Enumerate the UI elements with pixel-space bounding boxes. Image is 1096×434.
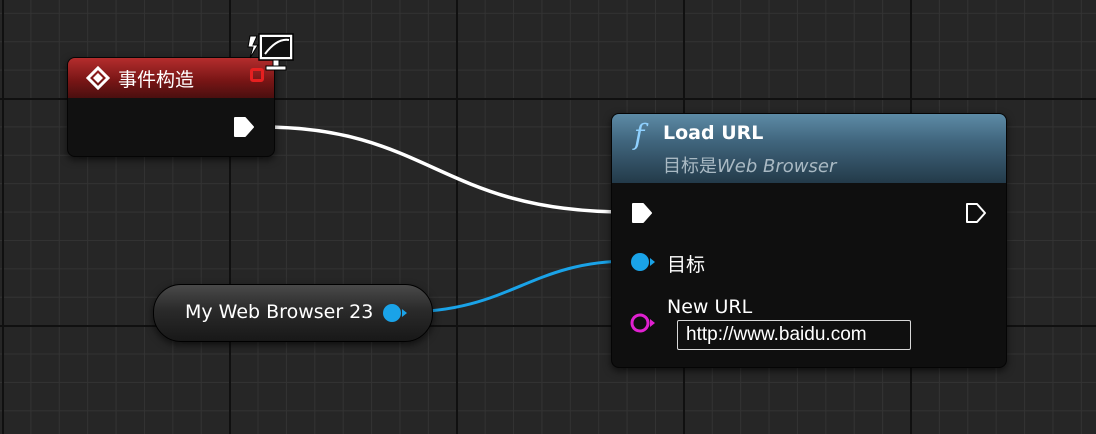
function-subtitle: 目标是Web Browser [663,156,837,177]
event-node-header[interactable]: 事件构造 [68,58,274,98]
function-title: Load URL [663,122,764,144]
exec-input-pin[interactable] [631,202,653,224]
monitor-icon [247,33,294,71]
new-url-pin-label: New URL [667,296,753,318]
event-node-title: 事件构造 [118,68,195,91]
target-pin-label: 目标 [667,254,706,276]
exec-output-pin[interactable] [233,116,255,138]
target-input-pin[interactable] [630,251,656,273]
variable-output-pin[interactable] [381,302,409,324]
exec-wire [261,125,627,214]
diamond-icon [86,66,110,90]
load-url-node-header[interactable]: f Load URL 目标是Web Browser [612,114,1006,183]
variable-label: My Web Browser 23 [185,301,374,323]
new-url-input-pin[interactable] [629,312,657,334]
object-wire [403,259,631,314]
function-f-icon: f [634,118,645,151]
web-browser-variable-node[interactable]: My Web Browser 23 [153,284,433,342]
new-url-input[interactable]: http://www.baidu.com [677,320,911,350]
exec-output-pin[interactable] [965,202,987,224]
event-construct-node[interactable]: 事件构造 [67,57,275,157]
load-url-node[interactable]: f Load URL 目标是Web Browser 目标 New URL htt… [611,113,1007,368]
